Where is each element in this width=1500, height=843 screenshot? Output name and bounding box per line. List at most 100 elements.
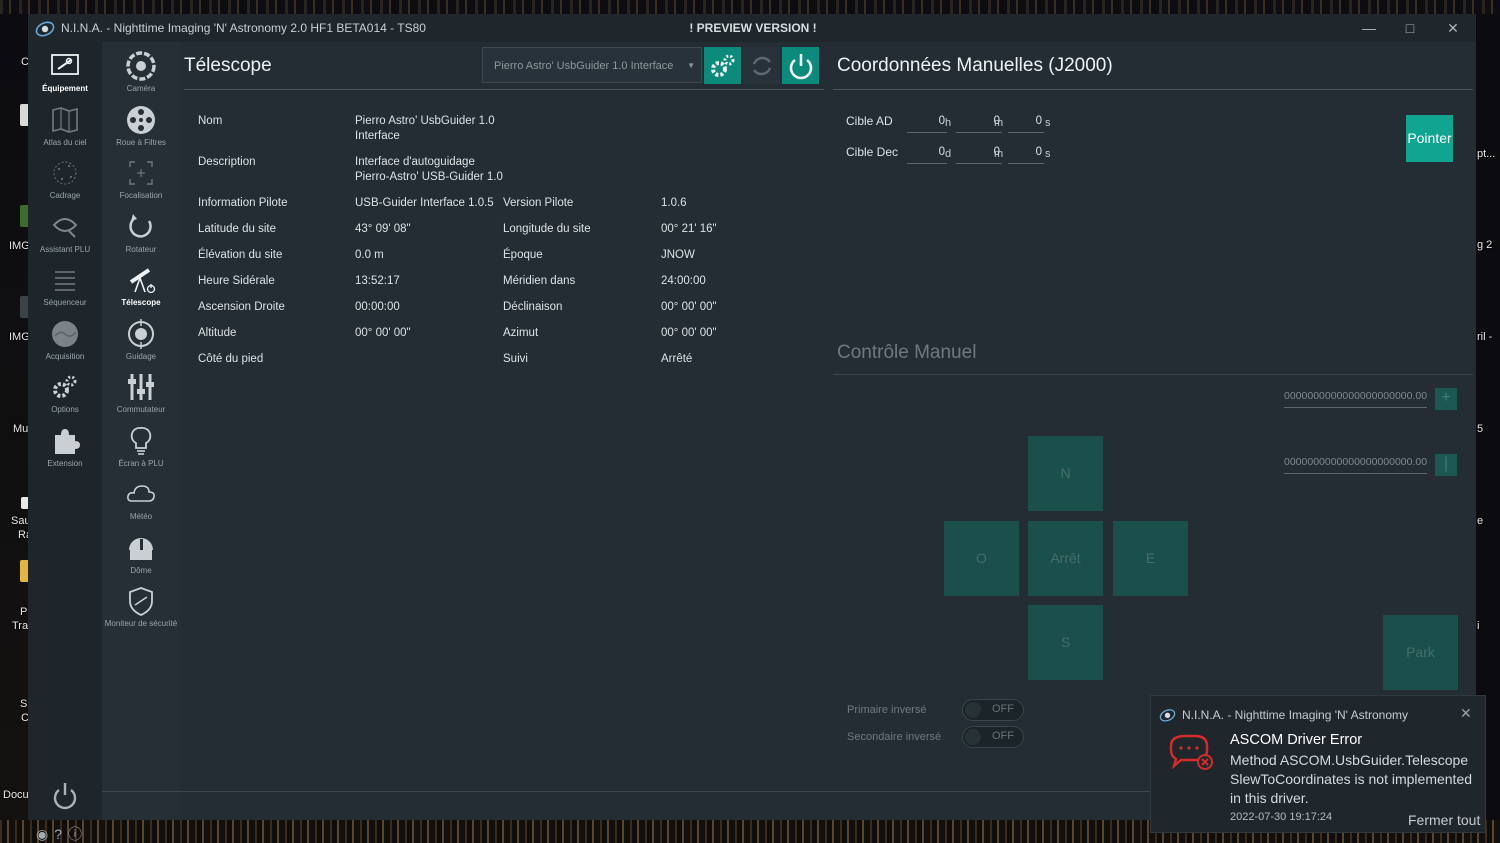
toggle-knob	[965, 702, 981, 718]
nav-imaging[interactable]: Acquisition	[28, 318, 102, 370]
north-button[interactable]: N	[1028, 436, 1103, 511]
nav-equipment[interactable]: Équipement	[28, 50, 102, 102]
nav-plugins[interactable]: Extension	[28, 425, 102, 477]
info-value: 00:00:00	[355, 301, 400, 313]
window-title: N.I.N.A. - Nighttime Imaging 'N' Astrono…	[61, 21, 426, 35]
desktop-icon-label[interactable]: 5	[1477, 423, 1483, 435]
preview-banner: ! PREVIEW VERSION !	[689, 21, 817, 35]
info-label: Latitude du site	[198, 223, 277, 235]
error-notification[interactable]: N.I.N.A. - Nighttime Imaging 'N' Astrono…	[1150, 695, 1486, 833]
close-icon[interactable]: ✕	[1460, 705, 1472, 722]
nav-focuser[interactable]: Focalisation	[102, 157, 180, 209]
minimize-button[interactable]: —	[1354, 18, 1384, 38]
unit-label: s	[1045, 117, 1051, 129]
decrease-rate-button[interactable]: |	[1435, 454, 1457, 476]
west-button[interactable]: O	[944, 521, 1019, 596]
flat-panel-icon	[130, 427, 152, 455]
park-button[interactable]: Park	[1383, 615, 1458, 690]
nav-guider[interactable]: Guidage	[102, 318, 180, 370]
power-icon[interactable]	[50, 780, 80, 812]
info-label: Ascension Droite	[198, 301, 285, 313]
eye-icon[interactable]: ◉	[36, 826, 48, 843]
connect-button[interactable]	[782, 47, 819, 84]
close-button[interactable]: ✕	[1438, 18, 1468, 38]
nav-weather[interactable]: Météo	[102, 478, 180, 530]
sky-atlas-icon	[52, 107, 78, 133]
nav-label: Roue à Filtres	[116, 138, 166, 147]
notification-title: ASCOM Driver Error	[1230, 732, 1363, 748]
refresh-button[interactable]	[743, 47, 780, 84]
help-icon[interactable]: ?	[54, 826, 62, 842]
nav-options[interactable]: Options	[28, 371, 102, 423]
dec-degrees-field[interactable]: 0	[907, 146, 947, 164]
desktop-icon-label[interactable]: i	[1477, 620, 1479, 632]
info-value: USB-Guider Interface 1.0.5	[355, 197, 494, 209]
ra-hours-field[interactable]: 0	[907, 115, 947, 133]
info-value: Pierro Astro' UsbGuider 1.0 Interface	[355, 115, 495, 142]
desktop-icon-label[interactable]: ril -	[1477, 331, 1492, 343]
desktop-icon-label[interactable]: IMG	[9, 331, 30, 343]
ra-seconds-field[interactable]: 0	[1008, 115, 1044, 133]
manual-control-title: Contrôle Manuel	[837, 342, 977, 363]
equipment-icon	[51, 54, 79, 75]
nav-flat-panel[interactable]: Écran à PLU	[102, 425, 180, 477]
error-chat-icon	[1169, 734, 1213, 770]
nav-sequencer[interactable]: Séquenceur	[28, 264, 102, 316]
nav-rotator[interactable]: Rotateur	[102, 211, 180, 263]
nav-sky-atlas[interactable]: Atlas du ciel	[28, 104, 102, 156]
info-label: Époque	[503, 249, 543, 261]
device-selector[interactable]: Pierro Astro' UsbGuider 1.0 Interface ▼	[482, 47, 702, 83]
dec-seconds-field[interactable]: 0	[1008, 146, 1044, 164]
desktop-icon-label[interactable]: pt...	[1477, 148, 1495, 160]
coordinates-title: Coordonnées Manuelles (J2000)	[837, 55, 1113, 76]
divider	[833, 89, 1473, 90]
nav-label: Rotateur	[125, 245, 157, 254]
desktop-icon-label[interactable]: Docu	[3, 789, 29, 801]
secondary-rate-field[interactable]: 0000000000000000000000.00	[1284, 456, 1427, 474]
nav-filter-wheel[interactable]: Roue à Filtres	[102, 104, 180, 156]
nav-flat-wizard[interactable]: Assistant PLU	[28, 211, 102, 263]
desktop-icon-label[interactable]: P	[20, 606, 27, 618]
nav-telescope[interactable]: Télescope	[102, 264, 180, 316]
toggle-knob	[965, 729, 981, 745]
info-icon[interactable]: ⓘ	[68, 824, 82, 843]
nav-label: Séquenceur	[43, 298, 87, 307]
stop-button[interactable]: Arrêt	[1028, 521, 1103, 596]
desktop-icon-label[interactable]: Mu	[13, 423, 28, 435]
nav-label: Moniteur de sécurité	[104, 619, 178, 628]
desktop-icon-label[interactable]: g 2	[1477, 239, 1492, 251]
desktop-icon-label[interactable]: e	[1477, 515, 1483, 527]
nav-switch[interactable]: Commutateur	[102, 371, 180, 423]
unit-label: h	[945, 117, 952, 129]
telescope-icon	[129, 268, 156, 294]
nav-framing[interactable]: Cadrage	[28, 157, 102, 209]
south-button[interactable]: S	[1028, 605, 1103, 680]
secondary-reversed-toggle[interactable]: OFF	[962, 726, 1024, 748]
toggle-state: OFF	[992, 730, 1014, 742]
slew-button[interactable]: Pointer	[1406, 115, 1453, 162]
nav-dome[interactable]: Dôme	[102, 532, 180, 584]
desktop-icon-label[interactable]: Tra	[12, 620, 28, 632]
filter-wheel-icon	[127, 106, 155, 134]
settings-button[interactable]	[704, 47, 741, 84]
guider-icon	[128, 319, 154, 349]
primary-rate-field[interactable]: 0000000000000000000000.00	[1284, 390, 1427, 408]
nav-label: Acquisition	[45, 352, 85, 361]
close-all-button[interactable]: Fermer tout	[1408, 812, 1480, 828]
divider	[184, 89, 824, 90]
nav-label: Équipement	[42, 84, 88, 93]
info-value: Arrêté	[661, 353, 693, 365]
primary-reversed-toggle[interactable]: OFF	[962, 699, 1024, 721]
chevron-down-icon: ▼	[687, 61, 695, 70]
info-label: Information Pilote	[198, 197, 288, 209]
maximize-button[interactable]: □	[1395, 18, 1425, 38]
nav-label: Assistant PLU	[39, 245, 91, 254]
title-bar[interactable]: N.I.N.A. - Nighttime Imaging 'N' Astrono…	[28, 14, 1476, 42]
info-label: Nom	[198, 115, 223, 127]
rotator-icon	[129, 214, 152, 238]
nav-camera[interactable]: Caméra	[102, 50, 180, 102]
desktop-icon-label[interactable]: IMG	[9, 240, 30, 252]
east-button[interactable]: E	[1113, 521, 1188, 596]
increase-rate-button[interactable]: +	[1435, 388, 1457, 410]
nav-safety-monitor[interactable]: Moniteur de sécurité	[102, 585, 180, 637]
